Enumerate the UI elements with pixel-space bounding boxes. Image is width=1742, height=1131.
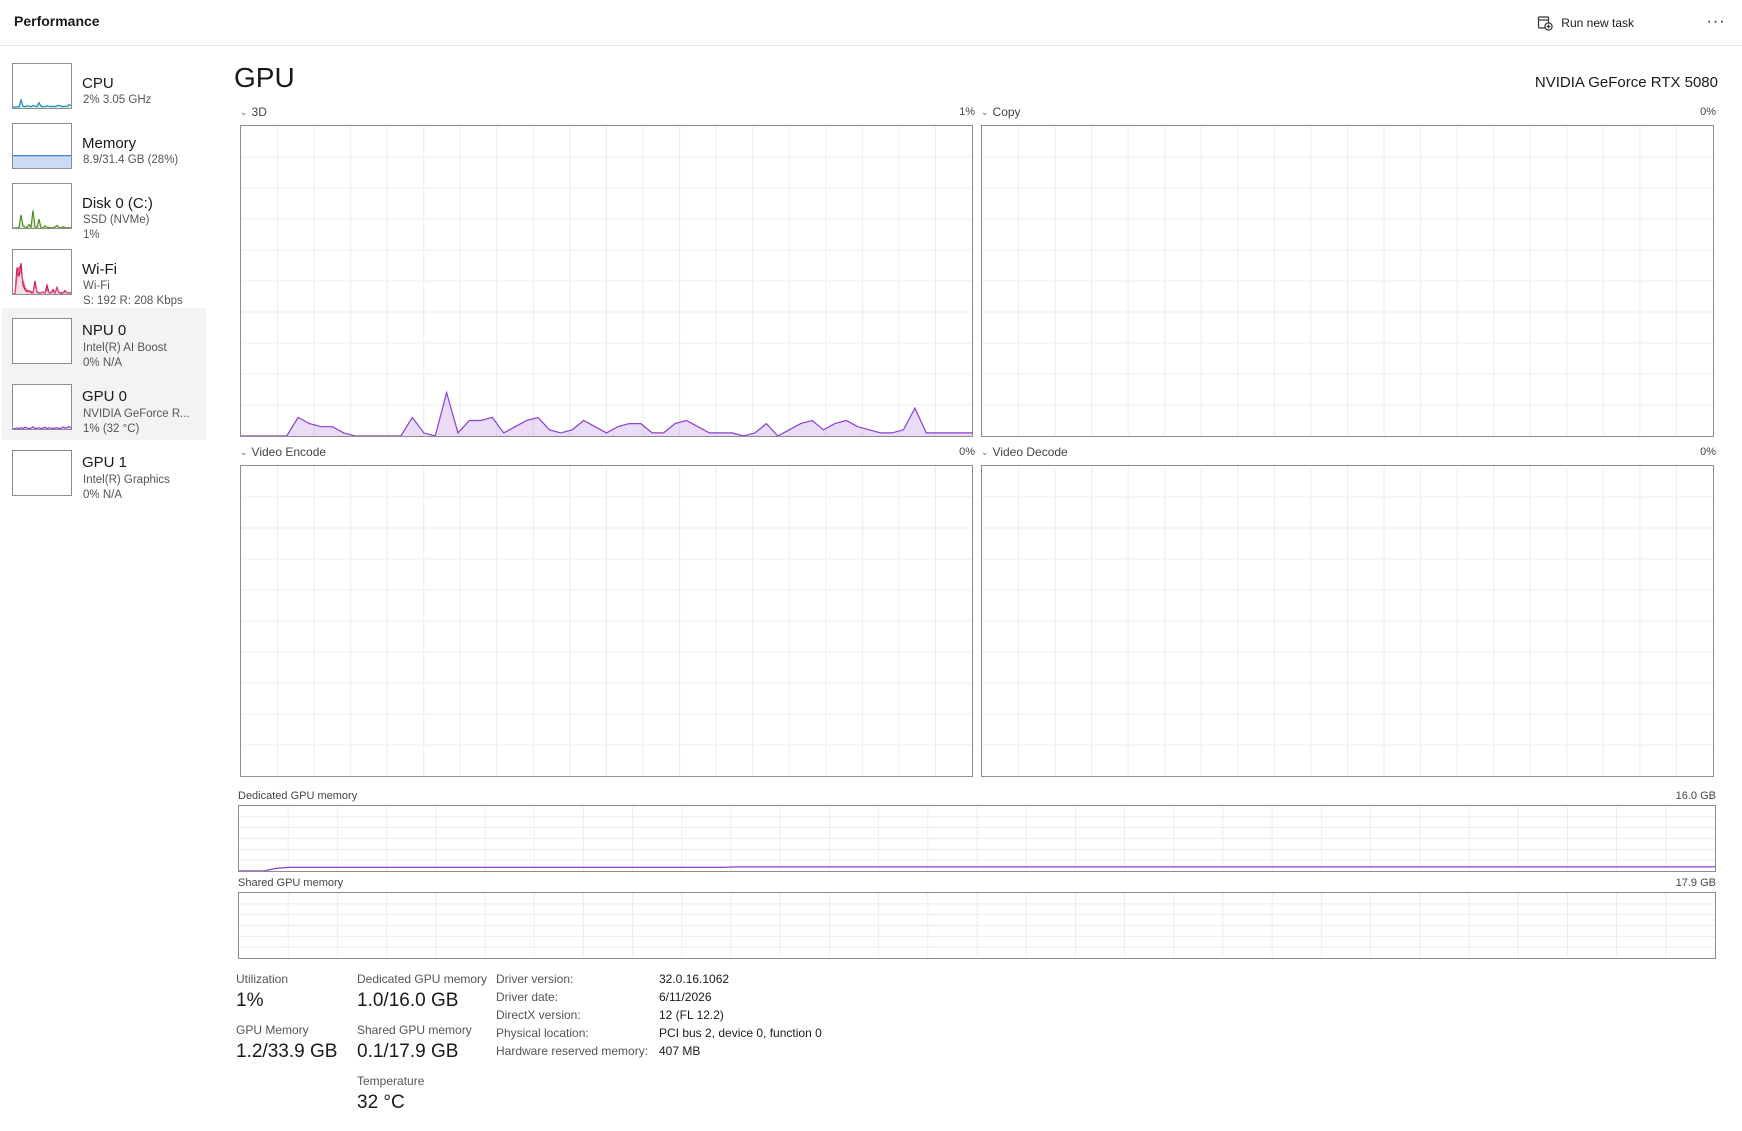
gpu0-thumbnail <box>12 384 72 430</box>
sidebar-item-detail-2: 0% N/A <box>83 357 122 369</box>
panel-video-decode-label: Video Decode <box>992 445 1068 459</box>
graph-video-encode <box>240 465 973 777</box>
sidebar: CPU 2% 3.05 GHz Memory 8.9/31.4 GB (28%)… <box>0 46 206 1131</box>
sidebar-item-gpu1[interactable]: GPU 1 Intel(R) Graphics 0% N/A <box>2 440 206 506</box>
graph-copy <box>981 125 1714 437</box>
npu0-thumbnail <box>12 318 72 364</box>
sidebar-item-detail-2: S: 192 R: 208 Kbps <box>83 295 183 307</box>
chevron-down-icon: ⌄ <box>981 446 989 457</box>
directx-version-label: DirectX version: <box>496 1008 581 1022</box>
temperature-label: Temperature <box>357 1074 425 1088</box>
graph-3d <box>240 125 973 437</box>
sidebar-item-name: CPU <box>82 75 114 92</box>
sidebar-item-detail: SSD (NVMe) <box>83 214 150 226</box>
cpu-thumbnail <box>12 63 72 109</box>
hardware-reserved-memory-label: Hardware reserved memory: <box>496 1044 649 1058</box>
sidebar-item-disk[interactable]: Disk 0 (C:) SSD (NVMe) 1% <box>2 179 206 241</box>
sidebar-item-detail: 8.9/31.4 GB (28%) <box>83 154 179 166</box>
dedicated-memory-label: Dedicated GPU memory <box>238 790 358 802</box>
dedicated-gpu-memory-label: Dedicated GPU memory <box>357 972 488 986</box>
disk-thumbnail <box>12 183 72 229</box>
gpu1-thumbnail <box>12 450 72 496</box>
dedicated-gpu-memory-value: 1.0/16.0 GB <box>357 990 459 1011</box>
section-title: GPU <box>234 62 295 93</box>
driver-date-value: 6/11/2026 <box>659 990 712 1004</box>
memory-thumbnail <box>12 123 72 169</box>
page-title: Performance <box>14 13 100 29</box>
panel-copy-selector[interactable]: ⌄ Copy <box>981 105 1021 119</box>
sidebar-item-detail: NVIDIA GeForce R... <box>83 408 190 420</box>
sidebar-item-name: Memory <box>82 135 137 152</box>
wifi-thumbnail <box>12 249 72 295</box>
graph-dedicated-memory <box>238 805 1716 872</box>
gpu-model-name: NVIDIA GeForce RTX 5080 <box>1534 74 1718 91</box>
sidebar-item-memory[interactable]: Memory 8.9/31.4 GB (28%) <box>2 119 206 171</box>
driver-version-value: 32.0.16.1062 <box>659 972 730 986</box>
sidebar-item-detail: Wi-Fi <box>83 280 110 292</box>
chevron-down-icon: ⌄ <box>240 446 248 457</box>
chevron-down-icon: ⌄ <box>981 106 989 117</box>
utilization-value: 1% <box>236 990 264 1011</box>
sidebar-item-name: NPU 0 <box>82 322 127 339</box>
panel-copy-value: 0% <box>1700 106 1716 118</box>
sidebar-item-npu0[interactable]: NPU 0 Intel(R) AI Boost 0% N/A <box>2 308 206 374</box>
sidebar-item-detail-2: 0% N/A <box>83 489 122 501</box>
panel-video-encode-label: Video Encode <box>251 445 327 459</box>
panel-3d-selector[interactable]: ⌄ 3D <box>240 105 267 119</box>
sidebar-item-cpu[interactable]: CPU 2% 3.05 GHz <box>2 59 206 111</box>
sidebar-item-name: Wi-Fi <box>82 261 117 278</box>
sidebar-item-detail: Intel(R) AI Boost <box>83 342 167 354</box>
sidebar-item-gpu0[interactable]: GPU 0 NVIDIA GeForce R... 1% (32 °C) <box>2 374 206 440</box>
run-task-icon <box>1538 16 1553 31</box>
gpu-memory-label: GPU Memory <box>236 1023 309 1037</box>
physical-location-value: PCI bus 2, device 0, function 0 <box>659 1026 822 1040</box>
panel-video-encode-selector[interactable]: ⌄ Video Encode <box>240 445 326 459</box>
title-bar: Performance Run new task ··· <box>0 0 1742 46</box>
directx-version-value: 12 (FL 12.2) <box>659 1008 724 1022</box>
panel-video-encode-value: 0% <box>959 446 975 458</box>
sidebar-item-detail-2: 1% <box>83 229 100 241</box>
sidebar-item-detail: 2% 3.05 GHz <box>83 94 152 106</box>
sidebar-item-detail-2: 1% (32 °C) <box>83 423 140 435</box>
shared-memory-max: 17.9 GB <box>1675 877 1716 889</box>
shared-gpu-memory-value: 0.1/17.9 GB <box>357 1041 459 1062</box>
more-options-button[interactable]: ··· <box>1700 8 1732 36</box>
hardware-reserved-memory-value: 407 MB <box>659 1044 701 1058</box>
spark-mem-area <box>13 155 71 168</box>
utilization-label: Utilization <box>236 972 289 986</box>
chevron-down-icon: ⌄ <box>240 106 248 117</box>
driver-date-label: Driver date: <box>496 990 559 1004</box>
physical-location-label: Physical location: <box>496 1026 589 1040</box>
sidebar-item-detail: Intel(R) Graphics <box>83 474 170 486</box>
panel-3d-label: 3D <box>251 105 267 119</box>
panel-3d-value: 1% <box>959 106 975 118</box>
run-new-task-label: Run new task <box>1561 16 1634 30</box>
more-icon: ··· <box>1706 13 1726 30</box>
sidebar-item-name: GPU 1 <box>82 454 128 471</box>
sidebar-item-name: GPU 0 <box>82 388 128 405</box>
driver-version-label: Driver version: <box>496 972 574 986</box>
graph-video-decode <box>981 465 1714 777</box>
panel-video-decode-selector[interactable]: ⌄ Video Decode <box>981 445 1068 459</box>
run-new-task-button[interactable]: Run new task <box>1537 12 1634 34</box>
temperature-value: 32 °C <box>357 1092 405 1113</box>
gpu-memory-value: 1.2/33.9 GB <box>236 1041 338 1062</box>
shared-gpu-memory-label: Shared GPU memory <box>357 1023 472 1037</box>
panel-video-decode-value: 0% <box>1700 446 1716 458</box>
graph-shared-memory <box>238 892 1716 959</box>
dedicated-memory-max: 16.0 GB <box>1675 790 1716 802</box>
sidebar-item-wifi[interactable]: Wi-Fi Wi-Fi S: 192 R: 208 Kbps <box>2 245 206 307</box>
shared-memory-label: Shared GPU memory <box>238 877 344 889</box>
sidebar-item-name: Disk 0 (C:) <box>82 195 153 212</box>
panel-copy-label: Copy <box>992 105 1021 119</box>
